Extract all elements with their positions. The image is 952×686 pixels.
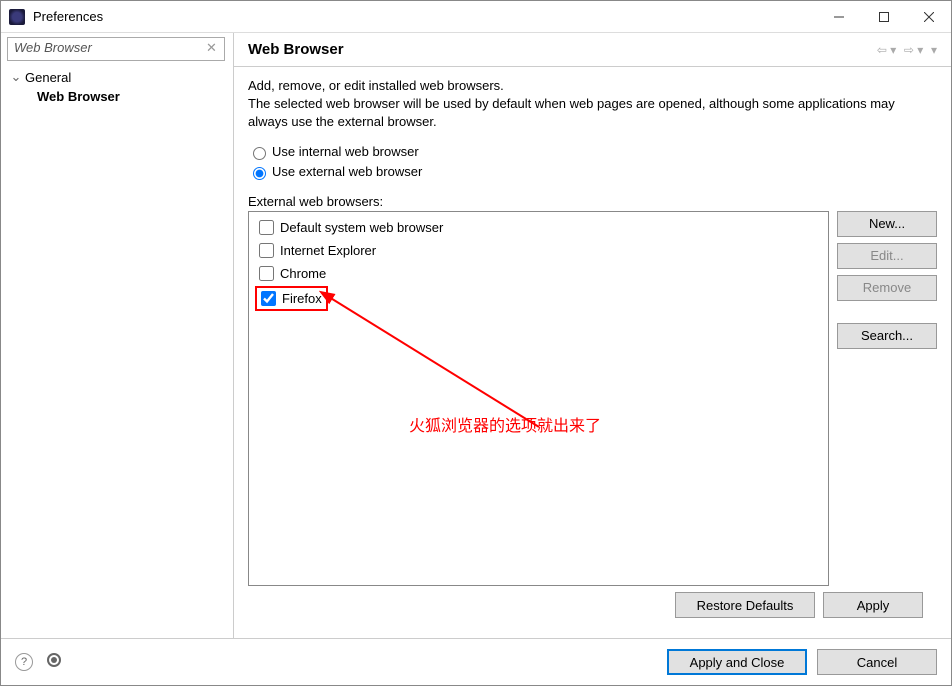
menu-icon[interactable]: ▾ bbox=[931, 43, 937, 57]
description-line2: The selected web browser will be used by… bbox=[248, 95, 937, 131]
close-button[interactable] bbox=[906, 1, 951, 32]
window-title: Preferences bbox=[33, 9, 816, 24]
chevron-down-icon[interactable]: ⌄ bbox=[9, 69, 23, 85]
preferences-window: Preferences Web Browser ✕ ⌄ General bbox=[0, 0, 952, 686]
browser-label: Firefox bbox=[282, 291, 322, 306]
footer-left: ? bbox=[15, 653, 657, 671]
browser-label: Default system web browser bbox=[280, 220, 443, 235]
minimize-button[interactable] bbox=[816, 1, 861, 32]
back-icon[interactable]: ⇦ ▾ bbox=[877, 43, 896, 57]
annotation-text: 火狐浏览器的选项就出来了 bbox=[409, 412, 601, 436]
radio-external-input[interactable] bbox=[253, 167, 266, 180]
new-button[interactable]: New... bbox=[837, 211, 937, 237]
maximize-button[interactable] bbox=[861, 1, 906, 32]
spacer bbox=[837, 307, 937, 317]
checkbox-chrome[interactable] bbox=[259, 266, 274, 281]
edit-button[interactable]: Edit... bbox=[837, 243, 937, 269]
radio-external-label: Use external web browser bbox=[272, 164, 422, 179]
tree-label-general: General bbox=[23, 70, 71, 85]
list-item[interactable]: Chrome bbox=[255, 262, 822, 285]
clear-filter-icon[interactable]: ✕ bbox=[206, 40, 222, 56]
description-line1: Add, remove, or edit installed web brows… bbox=[248, 77, 937, 95]
help-icon[interactable]: ? bbox=[15, 653, 33, 671]
forward-icon[interactable]: ⇨ ▾ bbox=[904, 43, 923, 57]
category-tree: ⌄ General Web Browser bbox=[1, 61, 233, 114]
browser-label: Internet Explorer bbox=[280, 243, 376, 258]
list-item[interactable]: Firefox bbox=[255, 285, 822, 312]
app-icon bbox=[9, 9, 25, 25]
highlight-box: Firefox bbox=[255, 286, 328, 311]
titlebar: Preferences bbox=[1, 1, 951, 33]
content-header: Web Browser ⇦ ▾ ⇨ ▾ ▾ bbox=[234, 33, 951, 67]
maximize-icon bbox=[879, 12, 889, 22]
browser-label: Chrome bbox=[280, 266, 326, 281]
annotation-arrow bbox=[319, 287, 639, 467]
external-area: Default system web browser Internet Expl… bbox=[248, 211, 937, 586]
main-area: Web Browser ✕ ⌄ General Web Browser Web … bbox=[1, 33, 951, 638]
minimize-icon bbox=[834, 12, 844, 22]
list-item[interactable]: Internet Explorer bbox=[255, 239, 822, 262]
tree-item-web-browser[interactable]: Web Browser bbox=[37, 87, 225, 106]
filter-text: Web Browser bbox=[14, 40, 92, 55]
record-icon[interactable] bbox=[47, 653, 61, 667]
tree-label-web-browser: Web Browser bbox=[37, 89, 120, 104]
apply-button[interactable]: Apply bbox=[823, 592, 923, 618]
button-column: New... Edit... Remove Search... bbox=[837, 211, 937, 586]
list-item[interactable]: Default system web browser bbox=[255, 216, 822, 239]
apply-and-close-button[interactable]: Apply and Close bbox=[667, 649, 807, 675]
page-title: Web Browser bbox=[248, 41, 873, 58]
checkbox-default[interactable] bbox=[259, 220, 274, 235]
restore-defaults-button[interactable]: Restore Defaults bbox=[675, 592, 815, 618]
content-pane: Web Browser ⇦ ▾ ⇨ ▾ ▾ Add, remove, or ed… bbox=[234, 33, 951, 638]
remove-button[interactable]: Remove bbox=[837, 275, 937, 301]
content-body: Add, remove, or edit installed web brows… bbox=[234, 67, 951, 638]
radio-internal-input[interactable] bbox=[253, 147, 266, 160]
close-icon bbox=[924, 12, 934, 22]
radio-external[interactable]: Use external web browser bbox=[248, 164, 937, 180]
filter-input[interactable]: Web Browser ✕ bbox=[7, 37, 225, 61]
search-button[interactable]: Search... bbox=[837, 323, 937, 349]
browser-listbox[interactable]: Default system web browser Internet Expl… bbox=[248, 211, 829, 586]
cancel-button[interactable]: Cancel bbox=[817, 649, 937, 675]
radio-internal-label: Use internal web browser bbox=[272, 144, 419, 159]
nav-icons: ⇦ ▾ ⇨ ▾ ▾ bbox=[873, 42, 937, 57]
tree-item-general[interactable]: ⌄ General bbox=[9, 67, 225, 87]
external-browsers-label: External web browsers: bbox=[248, 194, 937, 209]
checkbox-ie[interactable] bbox=[259, 243, 274, 258]
dialog-footer: ? Apply and Close Cancel bbox=[1, 638, 951, 685]
page-footer: Restore Defaults Apply bbox=[248, 586, 937, 628]
description: Add, remove, or edit installed web brows… bbox=[248, 77, 937, 132]
radio-internal[interactable]: Use internal web browser bbox=[248, 144, 937, 160]
checkbox-firefox[interactable] bbox=[261, 291, 276, 306]
